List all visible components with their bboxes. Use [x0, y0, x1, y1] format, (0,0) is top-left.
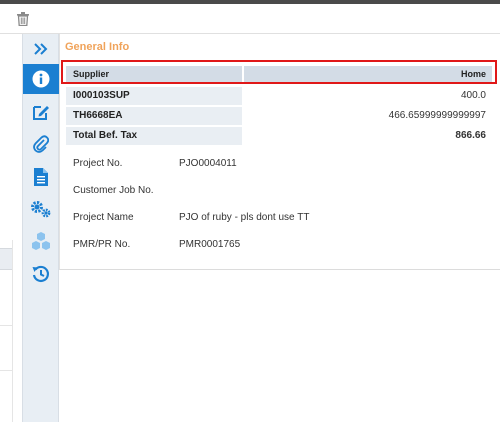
settings-button[interactable] [23, 194, 59, 224]
cubes-icon [32, 232, 50, 250]
collapse-button[interactable] [23, 34, 59, 64]
field-value: PMR0001765 [179, 239, 241, 250]
field-value: PJO of ruby - pls dont use TT [179, 212, 310, 223]
info-icon [32, 70, 50, 88]
field-label: Project Name [73, 212, 134, 223]
field-value: PJO0004011 [179, 158, 237, 169]
background-list [0, 34, 22, 422]
document-button[interactable] [23, 162, 59, 192]
side-icon-rail [22, 34, 59, 422]
packages-button[interactable] [23, 226, 59, 256]
panel-title: General Info [65, 41, 130, 53]
supplier-label: I000103SUP [66, 87, 242, 105]
divider [12, 240, 13, 422]
history-icon [32, 265, 50, 282]
edit-icon [33, 106, 49, 120]
trash-icon [17, 12, 29, 26]
double-chevron-right-icon [34, 43, 48, 55]
history-button[interactable] [23, 259, 59, 289]
divider [0, 370, 12, 371]
background-list-header [0, 248, 12, 270]
document-icon [34, 168, 48, 186]
supplier-label: TH6668EA [66, 107, 242, 125]
total-value: 866.66 [455, 130, 486, 141]
highlight-annotation [61, 60, 497, 84]
supplier-value: 466.65999999999997 [388, 110, 486, 121]
field-label: Project No. [73, 158, 123, 169]
total-label: Total Bef. Tax [66, 127, 242, 145]
general-info-button[interactable] [23, 64, 59, 94]
gears-icon [31, 201, 51, 218]
divider [0, 325, 12, 326]
supplier-value: 400.0 [460, 90, 486, 101]
field-label: Customer Job No. [73, 185, 154, 196]
delete-button[interactable] [14, 10, 32, 28]
paperclip-icon [33, 135, 49, 153]
attachments-button[interactable] [23, 129, 59, 159]
edit-button[interactable] [23, 97, 59, 127]
toolbar [0, 4, 500, 34]
field-label: PMR/PR No. [73, 239, 131, 250]
